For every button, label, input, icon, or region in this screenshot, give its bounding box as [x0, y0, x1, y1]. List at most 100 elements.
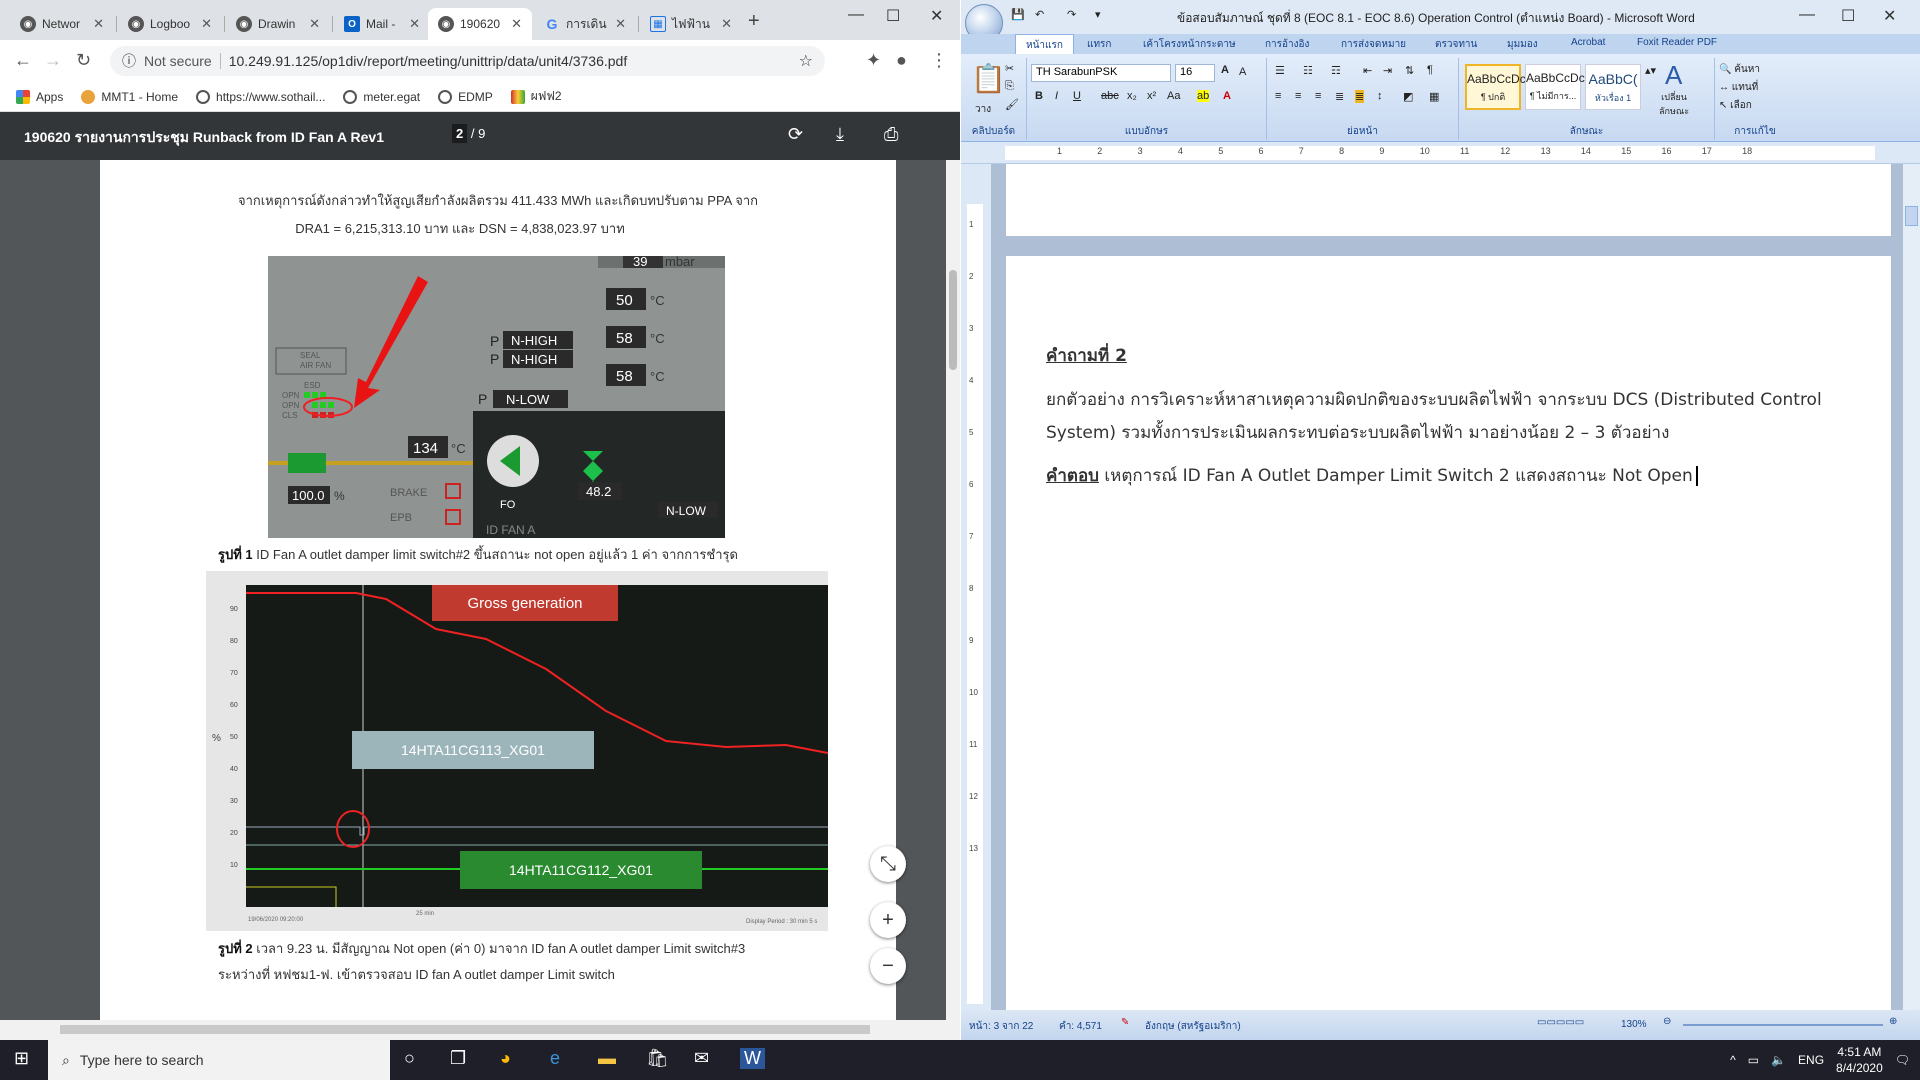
mail-icon[interactable]: ✉: [694, 1048, 709, 1069]
answer-text[interactable]: เหตุการณ์ ID Fan A Outlet Damper Limit S…: [1104, 466, 1692, 486]
document-page[interactable]: คำถามที่ 2 ยกตัวอย่าง การวิเคราะห์หาสาเห…: [1006, 256, 1891, 1016]
decrease-indent-icon[interactable]: ⇤: [1363, 64, 1372, 77]
thai-distribute-icon[interactable]: ≣: [1355, 90, 1365, 103]
font-size-combo[interactable]: 16: [1175, 64, 1215, 82]
shading-icon[interactable]: ◩: [1403, 90, 1413, 103]
cortana-icon[interactable]: ○: [404, 1048, 415, 1069]
tab-logbook[interactable]: ◉ Logboo ✕: [118, 8, 222, 40]
close-icon[interactable]: ✕: [615, 16, 626, 32]
bookmark-edmp[interactable]: EDMP: [438, 89, 493, 104]
borders-icon[interactable]: ▦: [1429, 90, 1439, 103]
paste-icon[interactable]: 📋: [971, 62, 1006, 95]
sort-icon[interactable]: ⇅: [1405, 64, 1414, 77]
align-right-icon[interactable]: ≡: [1315, 90, 1321, 102]
ribbon-tab-review[interactable]: ตรวจทาน: [1435, 37, 1477, 52]
styles-scroll-icon[interactable]: ▴▾: [1645, 64, 1656, 77]
rotate-icon[interactable]: ⟳: [788, 124, 803, 145]
taskbar-search-box[interactable]: ⌕ Type here to search: [48, 1040, 390, 1080]
close-icon[interactable]: ✕: [201, 16, 212, 32]
change-styles-icon[interactable]: A: [1665, 60, 1682, 91]
line-spacing-icon[interactable]: ↕: [1377, 90, 1383, 102]
pdf-horizontal-scrollbar[interactable]: [0, 1020, 960, 1040]
ribbon-tab-insert[interactable]: แทรก: [1087, 37, 1111, 52]
ribbon-tab-references[interactable]: การอ้างอิง: [1265, 37, 1309, 52]
fit-page-icon[interactable]: ⤡: [870, 846, 906, 882]
word-count[interactable]: คำ: 4,571: [1059, 1019, 1102, 1034]
menu-kebab-icon[interactable]: ⋮: [930, 50, 948, 71]
print-icon[interactable]: ⎙: [884, 124, 898, 145]
cut-icon[interactable]: ✂: [1005, 62, 1014, 75]
chrome-icon[interactable]: ◕: [500, 1048, 511, 1069]
underline-icon[interactable]: U: [1073, 90, 1081, 102]
language-status[interactable]: อังกฤษ (สหรัฐอเมริกา): [1145, 1019, 1241, 1034]
zoom-out-icon[interactable]: −: [870, 948, 906, 984]
clock[interactable]: 4:51 AM 8/4/2020: [1836, 1044, 1883, 1076]
ribbon-tab-layout[interactable]: เค้าโครงหน้ากระดาษ: [1143, 37, 1236, 52]
word-vertical-scrollbar[interactable]: [1903, 164, 1920, 1010]
view-buttons-icon[interactable]: ▭▭▭▭▭: [1537, 1017, 1584, 1028]
pdf-vertical-scrollbar[interactable]: [946, 160, 960, 1020]
font-name-combo[interactable]: TH SarabunPSK: [1031, 64, 1171, 82]
superscript-icon[interactable]: x²: [1147, 90, 1156, 102]
profile-avatar-icon[interactable]: ●: [896, 50, 907, 71]
change-case-icon[interactable]: Aa: [1167, 90, 1180, 102]
zoom-in-icon[interactable]: +: [870, 902, 906, 938]
bookmark-ffp2[interactable]: ผฟฟ2: [510, 87, 562, 106]
ribbon-tab-acrobat[interactable]: Acrobat: [1571, 37, 1605, 48]
bookmark-sothai[interactable]: https://www.sothail...: [196, 89, 325, 104]
zoom-out-icon[interactable]: ⊖: [1663, 1016, 1671, 1027]
maximize-icon[interactable]: ☐: [886, 6, 900, 26]
show-marks-icon[interactable]: ¶: [1427, 64, 1433, 76]
close-window-icon[interactable]: ✕: [930, 6, 943, 26]
extensions-puzzle-icon[interactable]: ✦: [866, 50, 881, 71]
maximize-icon[interactable]: ☐: [1841, 6, 1855, 26]
bookmark-mmt1[interactable]: MMT1 - Home: [81, 89, 178, 104]
tab-mail[interactable]: O Mail - ✕: [334, 8, 430, 40]
align-center-icon[interactable]: ≡: [1295, 90, 1301, 102]
redo-icon[interactable]: ↷: [1067, 8, 1076, 21]
style-normal[interactable]: AaBbCcDc ¶ ปกติ: [1465, 64, 1526, 110]
vertical-ruler[interactable]: 1 2 3 4 5 6 7 8 9 10 11 12 13: [961, 164, 991, 1010]
multilevel-list-icon[interactable]: ☶: [1331, 64, 1341, 77]
justify-icon[interactable]: ≣: [1335, 90, 1344, 103]
bookmark-star-icon[interactable]: ☆: [799, 51, 813, 71]
ribbon-tab-foxit[interactable]: Foxit Reader PDF: [1637, 37, 1717, 48]
close-icon[interactable]: ✕: [93, 16, 104, 32]
qat-dropdown-icon[interactable]: ▾: [1095, 8, 1101, 21]
italic-icon[interactable]: I: [1055, 90, 1058, 102]
tab-google[interactable]: G การเดิน ✕: [534, 8, 636, 40]
subscript-icon[interactable]: x₂: [1127, 90, 1137, 102]
zoom-level[interactable]: 130%: [1621, 1019, 1647, 1030]
tab-sheet[interactable]: ▦ ไฟฟ้าน ✕: [640, 8, 742, 40]
reload-icon[interactable]: ↻: [76, 50, 91, 71]
zoom-in-icon[interactable]: ⊕: [1889, 1016, 1897, 1027]
find-button[interactable]: 🔍 ค้นหา: [1719, 62, 1760, 77]
close-icon[interactable]: ✕: [409, 16, 420, 32]
back-arrow-icon[interactable]: ←: [14, 50, 32, 71]
tab-pdf-active[interactable]: ◉ 190620 ✕: [428, 8, 532, 40]
zoom-slider[interactable]: [1683, 1024, 1883, 1026]
new-tab-plus-icon[interactable]: +: [748, 10, 760, 33]
tray-chevron-icon[interactable]: ^: [1730, 1053, 1736, 1067]
grow-font-icon[interactable]: A: [1221, 64, 1229, 76]
bookmark-meter[interactable]: meter.egat: [343, 89, 420, 104]
tab-drawing[interactable]: ◉ Drawin ✕: [226, 8, 330, 40]
replace-button[interactable]: ↔ แทนที่: [1719, 80, 1758, 95]
shrink-font-icon[interactable]: A: [1239, 66, 1246, 78]
page-count[interactable]: หน้า: 3 จาก 22: [969, 1019, 1033, 1034]
omnibox[interactable]: ⓘ Not secure 10.249.91.125/op1div/report…: [110, 46, 825, 76]
minimize-icon[interactable]: —: [1799, 6, 1815, 24]
close-window-icon[interactable]: ✕: [1883, 6, 1896, 26]
download-icon[interactable]: ⤓: [836, 124, 844, 145]
numbering-icon[interactable]: ☷: [1303, 64, 1313, 77]
forward-arrow-icon[interactable]: →: [44, 50, 62, 71]
align-left-icon[interactable]: ≡: [1275, 90, 1281, 102]
file-explorer-icon[interactable]: ▬: [598, 1048, 616, 1069]
bullets-icon[interactable]: ☰: [1275, 64, 1285, 77]
input-language[interactable]: ENG: [1798, 1053, 1824, 1067]
task-view-icon[interactable]: ❐: [450, 1048, 466, 1069]
notification-icon[interactable]: 🗨: [1895, 1053, 1910, 1067]
style-no-spacing[interactable]: AaBbCcDc ¶ ไม่มีการ...: [1525, 64, 1585, 110]
proofing-icon[interactable]: ✎: [1121, 1017, 1129, 1028]
close-icon[interactable]: ✕: [309, 16, 320, 32]
